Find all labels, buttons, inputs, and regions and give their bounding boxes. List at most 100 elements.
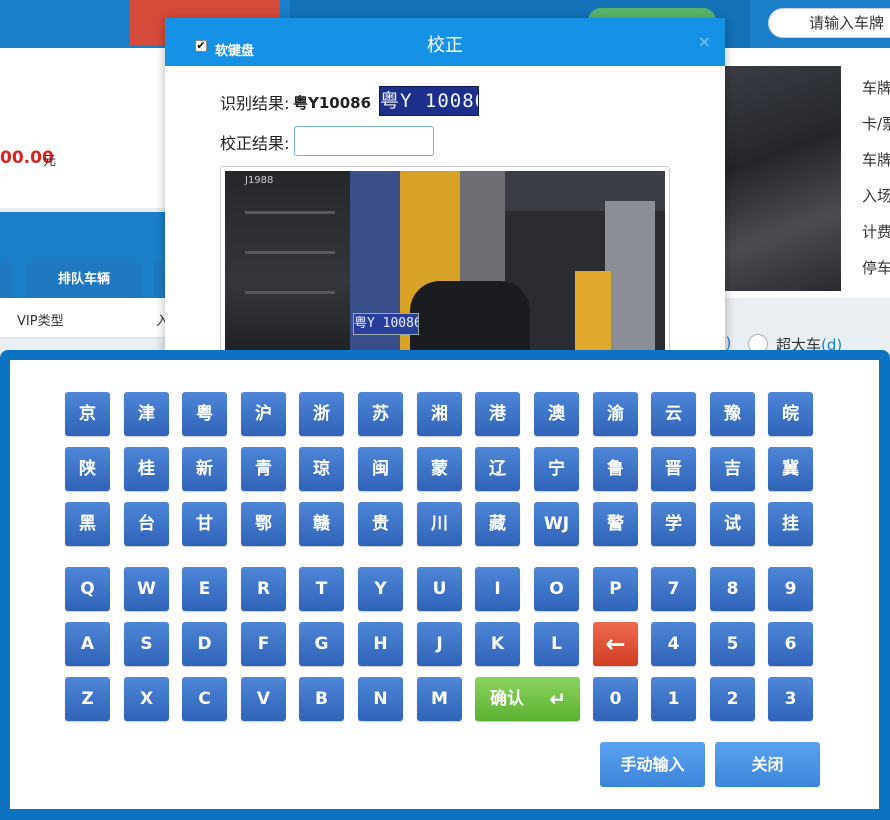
key-冀[interactable]: 冀 bbox=[768, 447, 813, 491]
correction-input[interactable] bbox=[294, 126, 434, 156]
key-N[interactable]: N bbox=[358, 677, 403, 721]
bg-tab-partial[interactable] bbox=[0, 262, 12, 298]
key-Y[interactable]: Y bbox=[358, 567, 403, 611]
key-3[interactable]: 3 bbox=[768, 677, 813, 721]
key-新[interactable]: 新 bbox=[182, 447, 227, 491]
key-沪[interactable]: 沪 bbox=[241, 392, 286, 436]
right-label-parking: 停车 bbox=[862, 259, 890, 277]
confirm-key-label: 确认 bbox=[490, 689, 524, 709]
amount-panel: 00.00 元 bbox=[0, 48, 165, 208]
key-R[interactable]: R bbox=[241, 567, 286, 611]
photo-shelf bbox=[225, 171, 350, 353]
key-H[interactable]: H bbox=[358, 622, 403, 666]
key-U[interactable]: U bbox=[417, 567, 462, 611]
key-湘[interactable]: 湘 bbox=[417, 392, 462, 436]
key-粤[interactable]: 粤 bbox=[182, 392, 227, 436]
key-黑[interactable]: 黑 bbox=[65, 502, 110, 546]
dialog-title: 校正 bbox=[427, 35, 463, 56]
confirm-key[interactable]: 确认 ↵ bbox=[475, 677, 580, 721]
key-辽[interactable]: 辽 bbox=[475, 447, 520, 491]
key-甘[interactable]: 甘 bbox=[182, 502, 227, 546]
key-O[interactable]: O bbox=[534, 567, 579, 611]
key-4[interactable]: 4 bbox=[651, 622, 696, 666]
key-C[interactable]: C bbox=[182, 677, 227, 721]
key-A[interactable]: A bbox=[65, 622, 110, 666]
key-青[interactable]: 青 bbox=[241, 447, 286, 491]
key-8[interactable]: 8 bbox=[710, 567, 755, 611]
key-F[interactable]: F bbox=[241, 622, 286, 666]
key-皖[interactable]: 皖 bbox=[768, 392, 813, 436]
plate-search-input[interactable]: 请输入车牌 bbox=[768, 8, 890, 38]
right-label-plate: 车牌 bbox=[862, 79, 890, 97]
key-云[interactable]: 云 bbox=[651, 392, 696, 436]
key-桂[interactable]: 桂 bbox=[124, 447, 169, 491]
key-学[interactable]: 学 bbox=[651, 502, 696, 546]
key-川[interactable]: 川 bbox=[417, 502, 462, 546]
close-keyboard-button[interactable]: 关闭 bbox=[715, 742, 820, 787]
key-E[interactable]: E bbox=[182, 567, 227, 611]
key-津[interactable]: 津 bbox=[124, 392, 169, 436]
key-澳[interactable]: 澳 bbox=[534, 392, 579, 436]
photo-door bbox=[605, 201, 655, 353]
key-苏[interactable]: 苏 bbox=[358, 392, 403, 436]
key-WJ[interactable]: WJ bbox=[534, 502, 579, 546]
key-挂[interactable]: 挂 bbox=[768, 502, 813, 546]
key-Q[interactable]: Q bbox=[65, 567, 110, 611]
key-L[interactable]: L bbox=[534, 622, 579, 666]
key-宁[interactable]: 宁 bbox=[534, 447, 579, 491]
tab-queued-vehicles[interactable]: 排队车辆 bbox=[26, 262, 142, 298]
photo-gate-barrier bbox=[575, 271, 611, 353]
key-K[interactable]: K bbox=[475, 622, 520, 666]
key-港[interactable]: 港 bbox=[475, 392, 520, 436]
key-京[interactable]: 京 bbox=[65, 392, 110, 436]
key-M[interactable]: M bbox=[417, 677, 462, 721]
backspace-key[interactable]: ← bbox=[593, 622, 638, 666]
recognition-label: 识别结果: bbox=[220, 94, 290, 113]
key-Z[interactable]: Z bbox=[65, 677, 110, 721]
key-蒙[interactable]: 蒙 bbox=[417, 447, 462, 491]
key-5[interactable]: 5 bbox=[710, 622, 755, 666]
photo-sign-text: J1988 bbox=[245, 175, 274, 186]
key-台[interactable]: 台 bbox=[124, 502, 169, 546]
key-琼[interactable]: 琼 bbox=[299, 447, 344, 491]
key-陕[interactable]: 陕 bbox=[65, 447, 110, 491]
key-G[interactable]: G bbox=[299, 622, 344, 666]
key-W[interactable]: W bbox=[124, 567, 169, 611]
key-P[interactable]: P bbox=[593, 567, 638, 611]
key-J[interactable]: J bbox=[417, 622, 462, 666]
key-赣[interactable]: 赣 bbox=[299, 502, 344, 546]
right-camera-photo bbox=[725, 66, 841, 291]
key-T[interactable]: T bbox=[299, 567, 344, 611]
correction-label: 校正结果: bbox=[220, 134, 290, 153]
key-S[interactable]: S bbox=[124, 622, 169, 666]
key-0[interactable]: 0 bbox=[593, 677, 638, 721]
key-I[interactable]: I bbox=[475, 567, 520, 611]
key-X[interactable]: X bbox=[124, 677, 169, 721]
photo-license-plate: 粤Y 10086 bbox=[353, 313, 419, 335]
key-警[interactable]: 警 bbox=[593, 502, 638, 546]
key-鲁[interactable]: 鲁 bbox=[593, 447, 638, 491]
key-豫[interactable]: 豫 bbox=[710, 392, 755, 436]
key-藏[interactable]: 藏 bbox=[475, 502, 520, 546]
dialog-close-icon[interactable]: × bbox=[698, 32, 711, 51]
key-7[interactable]: 7 bbox=[651, 567, 696, 611]
key-试[interactable]: 试 bbox=[710, 502, 755, 546]
key-6[interactable]: 6 bbox=[768, 622, 813, 666]
key-吉[interactable]: 吉 bbox=[710, 447, 755, 491]
key-鄂[interactable]: 鄂 bbox=[241, 502, 286, 546]
key-贵[interactable]: 贵 bbox=[358, 502, 403, 546]
key-晋[interactable]: 晋 bbox=[651, 447, 696, 491]
th-vip-type: VIP类型 bbox=[17, 314, 64, 329]
key-B[interactable]: B bbox=[299, 677, 344, 721]
manual-input-button[interactable]: 手动输入 bbox=[600, 742, 705, 787]
key-渝[interactable]: 渝 bbox=[593, 392, 638, 436]
right-label-plate-2: 车牌 bbox=[862, 151, 890, 169]
key-2[interactable]: 2 bbox=[710, 677, 755, 721]
key-V[interactable]: V bbox=[241, 677, 286, 721]
key-9[interactable]: 9 bbox=[768, 567, 813, 611]
enter-icon: ↵ bbox=[549, 687, 566, 711]
key-1[interactable]: 1 bbox=[651, 677, 696, 721]
key-浙[interactable]: 浙 bbox=[299, 392, 344, 436]
key-D[interactable]: D bbox=[182, 622, 227, 666]
key-闽[interactable]: 闽 bbox=[358, 447, 403, 491]
